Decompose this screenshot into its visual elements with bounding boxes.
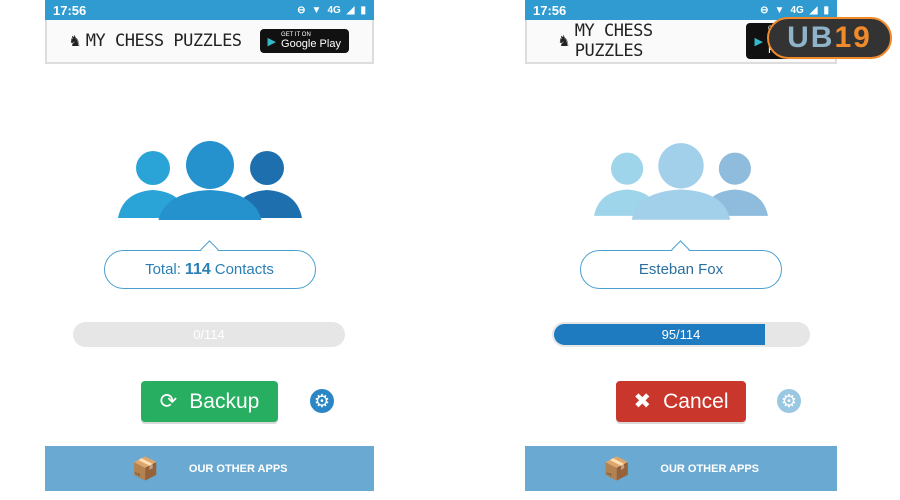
- settings-gear-icon[interactable]: ⚙: [310, 389, 334, 413]
- signal-icon: ◢: [809, 4, 818, 16]
- cancel-label: Cancel: [663, 389, 729, 413]
- sync-icon: ⟳: [159, 390, 178, 413]
- other-apps-bar[interactable]: 📦 OUR OTHER APPS: [525, 446, 837, 491]
- network-label: 4G: [327, 4, 341, 16]
- store-label: Google Play: [281, 38, 341, 50]
- dnd-icon: ⊖: [297, 4, 306, 16]
- total-prefix: Total:: [145, 261, 181, 278]
- play-icon: ▶: [754, 35, 763, 48]
- signal-icon: ◢: [346, 4, 355, 16]
- status-time: 17:56: [533, 2, 567, 18]
- backup-progress-bar: 0/114: [73, 322, 345, 347]
- network-label: 4G: [790, 4, 804, 16]
- google-play-badge[interactable]: ▶GET IT ONGoogle Play: [259, 29, 349, 53]
- play-icon: ▶: [267, 35, 277, 48]
- wifi-icon: ▼: [311, 4, 322, 16]
- other-apps-label: OUR OTHER APPS: [188, 462, 288, 475]
- close-icon: ✖: [633, 390, 652, 413]
- settings-gear-icon[interactable]: ⚙: [777, 389, 801, 413]
- status-time: 17:56: [53, 2, 87, 18]
- box-icon: 📦: [131, 455, 159, 481]
- puzzle-icon: ♞: [559, 31, 569, 51]
- contact-name: Esteban Fox: [638, 261, 724, 278]
- ad-brand: MY CHESS PUZZLES: [85, 31, 242, 51]
- other-apps-label: OUR OTHER APPS: [660, 462, 759, 475]
- battery-icon: ▮: [360, 4, 366, 16]
- phone-screen-backup: 17:56 ⊖ ▼ 4G ◢ ▮ ♞ MY CHESS PUZZLES ▶ GET IT O…: [45, 0, 374, 492]
- other-apps-bar[interactable]: 📦 OUR OTHER APPS: [45, 446, 374, 491]
- ad-banner[interactable]: ♞MY CHESS PUZZLES ▶GET IT ONGoogle Play: [45, 20, 374, 64]
- contacts-icon: [594, 143, 768, 220]
- dnd-icon: ⊖: [760, 4, 769, 16]
- current-contact-bubble: Esteban Fox: [580, 250, 782, 289]
- progress-text: 95/114: [661, 327, 701, 342]
- ad-brand: MY CHESS PUZZLES: [574, 21, 653, 61]
- backup-label: Backup: [189, 389, 260, 413]
- cancel-button[interactable]: ✖ Cancel: [616, 381, 746, 422]
- battery-icon: ▮: [823, 4, 829, 16]
- status-bar: 17:56 ⊖ ▼ 4G ◢ ▮: [45, 0, 374, 20]
- backup-progress-bar: 95/114: [552, 322, 810, 347]
- total-suffix: Contacts: [214, 261, 274, 278]
- progress-text: 0/114: [193, 327, 225, 342]
- puzzle-icon: ♞: [70, 31, 80, 51]
- phone-screen-progress: 17:56 ⊖▼4G◢▮ ♞MY CHESS PUZZLES ▶GET IT O…: [525, 0, 837, 492]
- box-icon: 📦: [602, 455, 631, 481]
- total-contacts-bubble: Total: 114 Contacts: [103, 250, 316, 289]
- contacts-icon: [117, 141, 302, 220]
- backup-button[interactable]: ⟳ Backup: [141, 381, 278, 422]
- wifi-icon: ▼: [774, 4, 785, 16]
- watermark-logo: UB 19: [767, 17, 892, 59]
- total-count: 114: [184, 260, 211, 278]
